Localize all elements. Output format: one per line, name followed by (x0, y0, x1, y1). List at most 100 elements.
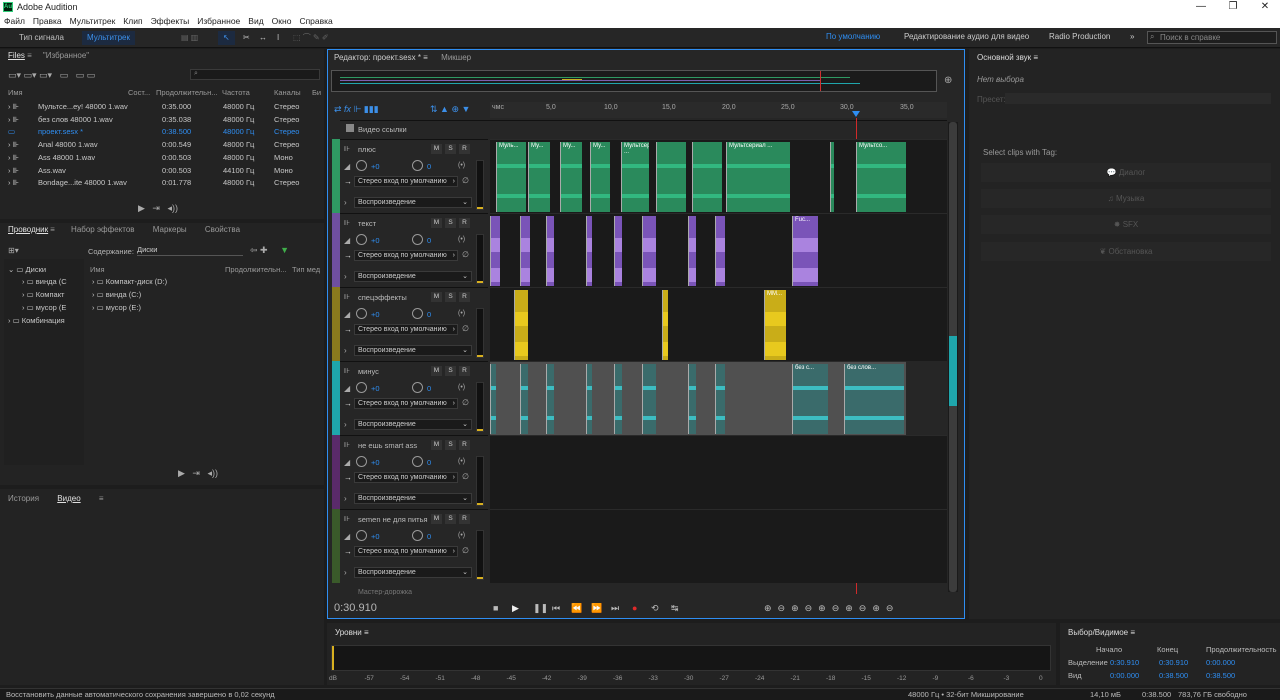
tab-editor[interactable]: Редактор: проект.sesx * ≡ Микшер (334, 53, 471, 62)
input-select[interactable]: Стерео вход по умолчанию › (354, 398, 458, 409)
audio-clip[interactable]: Fuc... (792, 216, 818, 286)
menu-view[interactable]: Вид (244, 14, 267, 26)
vertical-scrollbar[interactable] (948, 122, 958, 592)
mute-button[interactable]: M (431, 218, 442, 228)
minimize-icon[interactable]: — (1186, 0, 1216, 14)
track-lane[interactable] (490, 509, 947, 583)
audio-clip[interactable] (546, 364, 554, 434)
output-select[interactable]: Воспроизведение ⌄ (354, 197, 472, 208)
track-header[interactable]: ⊪ semen не для питья M S R ◢ +0 0 (•) → … (340, 509, 488, 583)
audio-clip[interactable] (688, 216, 696, 286)
sfx-button[interactable]: ✸ SFX (981, 215, 1271, 234)
workspace-edit-video[interactable]: Редактирование аудио для видео (904, 32, 1029, 41)
track-lane[interactable] (490, 435, 947, 509)
list-item[interactable]: › ▭ мусор (E:) (92, 301, 141, 314)
dialogue-button[interactable]: 💬 Диалог (981, 163, 1271, 182)
zoom-to-fit-icon[interactable]: ⊕ (944, 75, 952, 86)
pan-value[interactable]: 0 (427, 162, 431, 171)
record-arm-button[interactable]: R (459, 218, 470, 228)
audio-clip[interactable] (715, 364, 725, 434)
input-select[interactable]: Стерео вход по умолчанию › (354, 324, 458, 335)
file-rate[interactable]: 44100 Гц (223, 164, 254, 177)
to-end-icon[interactable]: ⏭ (611, 603, 619, 614)
menu-help[interactable]: Справка (295, 14, 336, 26)
col-rate[interactable]: Частота (222, 86, 250, 99)
workspace-default[interactable]: По умолчанию (826, 32, 880, 41)
col-state[interactable]: Сост... (128, 86, 150, 99)
output-select[interactable]: Воспроизведение ⌄ (354, 493, 472, 504)
expand-icon[interactable]: › (344, 420, 347, 429)
record-arm-button[interactable]: R (459, 292, 470, 302)
output-select[interactable]: Воспроизведение ⌄ (354, 271, 472, 282)
input-select[interactable]: Стерео вход по умолчанию › (354, 546, 458, 557)
volume-value[interactable]: +0 (371, 236, 380, 245)
audio-clip[interactable] (656, 142, 686, 212)
multitrack-mode-button[interactable]: Мультитрек (82, 31, 135, 45)
track-lane[interactable]: Fuc... (490, 213, 947, 287)
tab-effects-rack[interactable]: Набор эффектов (71, 225, 135, 234)
file-channels[interactable]: Моно (274, 164, 293, 177)
file-duration[interactable]: 0:00.549 (162, 138, 191, 151)
audio-clip[interactable]: Мультсериал ... (726, 142, 790, 212)
audio-clip[interactable] (586, 216, 592, 286)
content-select[interactable]: Диски (137, 245, 243, 256)
file-name[interactable]: без слов 48000 1.wav (38, 113, 113, 126)
file-duration[interactable]: 0:00.503 (162, 151, 191, 164)
expand-icon[interactable]: › (344, 272, 347, 281)
zoom-controls-icons[interactable]: ⊕⊖⊕⊖⊕⊖⊕⊖⊕⊖ (764, 603, 899, 614)
pan-value[interactable]: 0 (427, 236, 431, 245)
record-icon[interactable]: ● (632, 603, 637, 613)
rewind-icon[interactable]: ⏪ (571, 603, 582, 614)
explorer-nav-icons[interactable]: ⇦ ✚ ▼ (250, 245, 289, 256)
list-col-duration[interactable]: Продолжительн... (225, 263, 286, 276)
tree-c[interactable]: › ▭ винда (C (22, 275, 67, 288)
tab-markers[interactable]: Маркеры (153, 225, 187, 234)
track-name[interactable]: не ешь smart ass (358, 441, 417, 450)
solo-button[interactable]: S (445, 366, 456, 376)
expand-icon[interactable]: › (344, 198, 347, 207)
file-channels[interactable]: Моно (274, 151, 293, 164)
phase-icon[interactable]: ∅ (462, 472, 469, 481)
close-icon[interactable]: ✕ (1250, 0, 1280, 14)
slip-tool-icon[interactable]: ↔ (254, 31, 272, 45)
pan-value[interactable]: 0 (427, 310, 431, 319)
phase-icon[interactable]: ∅ (462, 250, 469, 259)
maximize-icon[interactable]: ❐ (1218, 0, 1248, 14)
col-name[interactable]: Имя (8, 86, 23, 99)
record-arm-button[interactable]: R (459, 144, 470, 154)
audio-clip[interactable] (514, 290, 528, 360)
menu-file[interactable]: Файл (0, 14, 29, 26)
snap-icons[interactable]: ⇅ ▲ ⊕ ▼ (430, 104, 470, 115)
volume-value[interactable]: +0 (371, 310, 380, 319)
track-name[interactable]: плюс (358, 145, 376, 154)
volume-knob[interactable] (356, 382, 367, 393)
expand-icon[interactable]: › (344, 346, 347, 355)
col-bits[interactable]: Би (312, 86, 321, 99)
volume-knob[interactable] (356, 308, 367, 319)
tree-cd[interactable]: › ▭ Компакт (22, 288, 65, 301)
volume-value[interactable]: +0 (371, 532, 380, 541)
file-duration[interactable]: 0:35.000 (162, 100, 191, 113)
audio-clip[interactable]: Муль... (496, 142, 526, 212)
tab-files[interactable]: Files (8, 51, 25, 60)
audio-clip[interactable] (546, 216, 554, 286)
audio-clip[interactable] (586, 364, 592, 434)
file-name[interactable]: Мультсе...ey! 48000 1.wav (38, 100, 128, 113)
solo-button[interactable]: S (445, 514, 456, 524)
track-lane[interactable]: ММ... (490, 287, 947, 361)
sel-duration[interactable]: 0:00.000 (1206, 658, 1235, 667)
ambience-button[interactable]: ❦ Обстановка (981, 242, 1271, 261)
audio-clip[interactable]: ММ... (764, 290, 786, 360)
files-transport-icons[interactable]: ▶ ⇥ ◂)) (138, 203, 178, 214)
phase-icon[interactable]: ∅ (462, 324, 469, 333)
pan-knob[interactable] (412, 530, 423, 541)
audio-clip[interactable] (692, 142, 722, 212)
file-channels[interactable]: Стерео (274, 176, 299, 189)
track-header[interactable]: ⊪ плюс M S R ◢ +0 0 (•) → Стерео вход по… (340, 139, 488, 213)
preset-select[interactable] (1005, 93, 1271, 104)
audio-clip[interactable] (614, 364, 622, 434)
audio-clip[interactable]: без с... (792, 364, 828, 434)
audio-clip[interactable] (662, 290, 668, 360)
more-workspaces-icon[interactable]: » (1130, 32, 1134, 41)
track-header[interactable]: ⊪ не ешь smart ass M S R ◢ +0 0 (•) → Ст… (340, 435, 488, 509)
